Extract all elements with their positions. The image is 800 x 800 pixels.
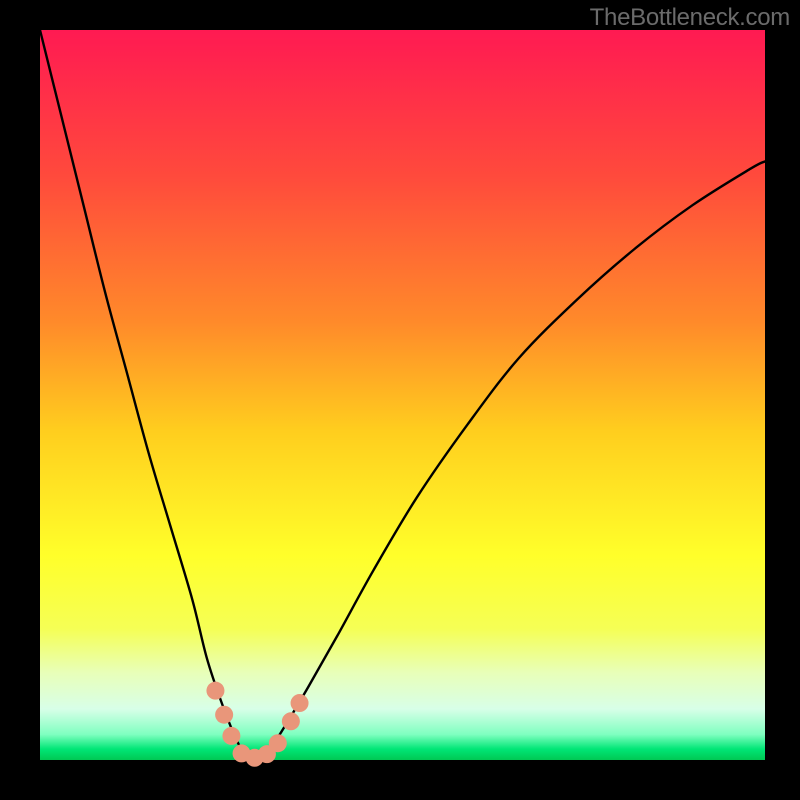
curve-marker bbox=[282, 712, 300, 730]
watermark-text: TheBottleneck.com bbox=[590, 4, 790, 32]
curve-marker bbox=[215, 706, 233, 724]
plot-background bbox=[40, 30, 765, 760]
curve-marker bbox=[206, 682, 224, 700]
curve-marker bbox=[222, 727, 240, 745]
chart-frame: { "watermark": "TheBottleneck.com", "cha… bbox=[0, 0, 800, 800]
chart-canvas bbox=[0, 0, 800, 800]
curve-marker bbox=[291, 694, 309, 712]
curve-marker bbox=[269, 734, 287, 752]
